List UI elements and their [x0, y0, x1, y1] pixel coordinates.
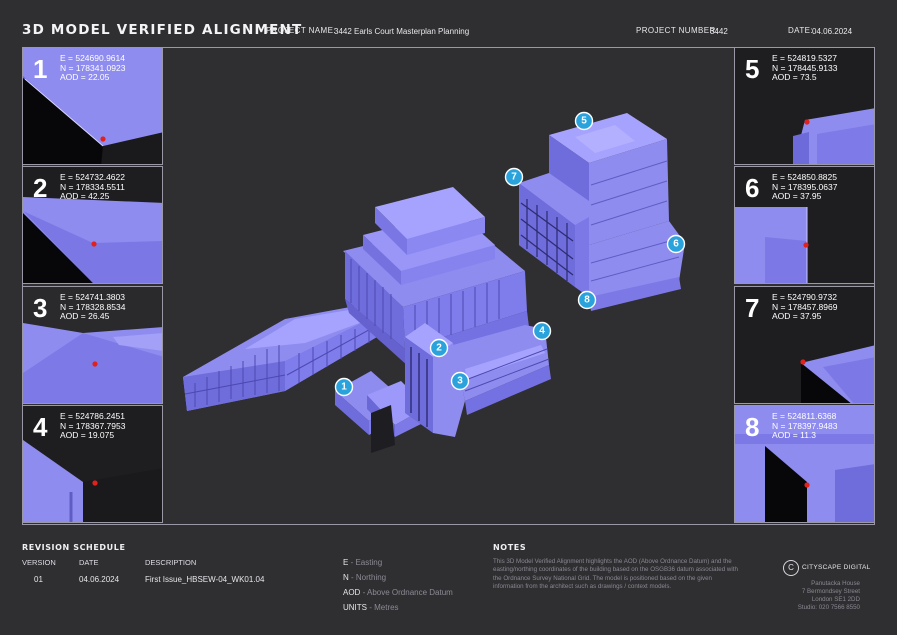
revision-col-description: DESCRIPTION [145, 558, 197, 567]
point-panel-1: 1 E = 524690.9614 N = 178341.0923 AOD = … [22, 47, 163, 165]
alignment-point [91, 241, 97, 247]
date-label: DATE: [788, 26, 813, 35]
legend-easting: E - Easting [343, 558, 383, 567]
svg-text:1: 1 [341, 382, 347, 393]
marker-7: 7 [504, 167, 524, 187]
point-panel-4: 4 E = 524786.2451 N = 178367.7953 AOD = … [22, 405, 163, 523]
project-name-value: 3442 Earls Court Masterplan Planning [334, 27, 470, 36]
svg-text:2: 2 [436, 343, 442, 354]
svg-text:5: 5 [581, 116, 587, 127]
legend-aod: AOD - Above Ordnance Datum [343, 588, 453, 597]
alignment-point [804, 119, 810, 125]
point-panel-6: 6 E = 524850.8825 N = 178395.0637 AOD = … [734, 166, 875, 284]
alignment-point [92, 480, 98, 486]
marker-3: 3 [450, 371, 470, 391]
marker-2: 2 [429, 338, 449, 358]
alignment-point [100, 136, 106, 142]
project-number-label: PROJECT NUMBER: [636, 26, 719, 35]
legend-northing: N - Northing [343, 573, 387, 582]
model-view: 1 2 3 4 5 6 7 8 [165, 49, 733, 523]
report-title: 3D MODEL VERIFIED ALIGNMENT [22, 22, 303, 38]
notes-title: NOTES [493, 543, 527, 552]
revision-row-description: First Issue_HBSEW-04_WK01.04 [145, 575, 265, 584]
revision-schedule-title: REVISION SCHEDULE [22, 543, 126, 552]
revision-row-date: 04.06.2024 [79, 575, 120, 584]
marker-5: 5 [574, 111, 594, 131]
address-line: London SE1 2DD [811, 596, 860, 603]
company-logo-icon: C [783, 560, 799, 576]
point-panel-8: 8 E = 524811.6368 N = 178397.9483 AOD = … [734, 405, 875, 523]
address-line: 7 Bermondsey Street [801, 588, 860, 595]
svg-text:3: 3 [457, 376, 463, 387]
project-name-label: PROJECT NAME: [266, 26, 336, 35]
project-number-value: 3442 [710, 27, 728, 36]
revision-col-date: DATE [79, 558, 99, 567]
company-address: Panutacka House 7 Bermondsey Street Lond… [760, 580, 860, 612]
marker-1: 1 [334, 377, 354, 397]
alignment-point [803, 242, 809, 248]
point-panel-7: 7 E = 524790.9732 N = 178457.8969 AOD = … [734, 286, 875, 404]
point-panel-3: 3 E = 524741.3803 N = 178328.8534 AOD = … [22, 286, 163, 404]
marker-6: 6 [666, 234, 686, 254]
address-line: Panutacka House [811, 580, 860, 587]
legend-units: UNITS - Metres [343, 603, 399, 612]
marker-8: 8 [577, 290, 597, 310]
revision-row-version: 01 [34, 575, 43, 584]
alignment-point [92, 361, 98, 367]
studio-phone: Studio: 020 7566 8550 [797, 604, 860, 611]
company-name: CITYSCAPE DIGITAL [802, 564, 871, 571]
building-tower [519, 113, 685, 311]
alignment-point [800, 359, 806, 365]
svg-text:8: 8 [584, 295, 590, 306]
point-panel-2: 2 E = 524732.4622 N = 178334.5511 AOD = … [22, 166, 163, 284]
notes-body: This 3D Model Verified Alignment highlig… [493, 558, 738, 591]
svg-text:7: 7 [511, 172, 517, 183]
revision-col-version: VERSION [22, 558, 56, 567]
alignment-point [804, 482, 810, 488]
point-panel-5: 5 E = 524819.5327 N = 178445.9133 AOD = … [734, 47, 875, 165]
svg-text:6: 6 [673, 239, 679, 250]
date-value: 04.06.2024 [812, 27, 853, 36]
marker-4: 4 [532, 321, 552, 341]
svg-text:4: 4 [539, 326, 545, 337]
